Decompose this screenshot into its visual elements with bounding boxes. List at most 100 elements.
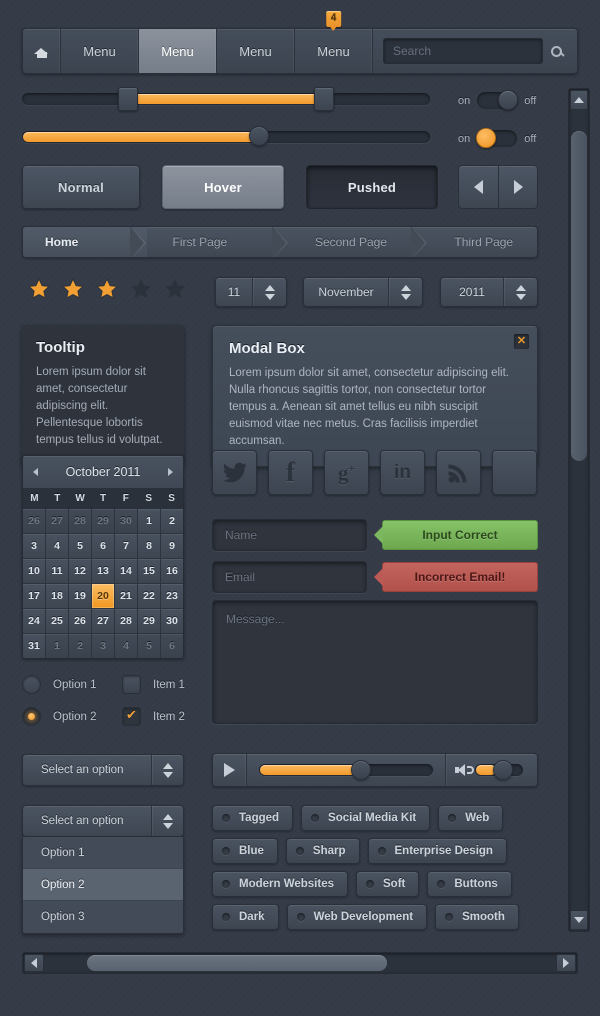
- vertical-scrollbar-thumb[interactable]: [571, 131, 587, 461]
- play-button[interactable]: [213, 754, 247, 786]
- pagination-next-button[interactable]: [498, 165, 538, 209]
- star-icon-2[interactable]: [62, 278, 84, 299]
- calendar-day[interactable]: 29: [138, 609, 160, 633]
- calendar-day[interactable]: 10: [23, 559, 45, 583]
- calendar-day[interactable]: 30: [115, 509, 137, 533]
- spinner-year[interactable]: 2011: [440, 277, 538, 307]
- chevron-right-icon[interactable]: [167, 468, 173, 476]
- breadcrumb-item-first[interactable]: First Page: [147, 227, 289, 257]
- calendar-day[interactable]: 19: [69, 584, 91, 608]
- close-icon[interactable]: ✕: [514, 334, 529, 349]
- vertical-scrollbar[interactable]: [568, 88, 590, 932]
- star-icon-4[interactable]: [130, 278, 152, 299]
- calendar-day[interactable]: 27: [92, 609, 114, 633]
- calendar-day[interactable]: 13: [92, 559, 114, 583]
- tag-item[interactable]: Tagged: [212, 805, 294, 831]
- calendar-day[interactable]: 14: [115, 559, 137, 583]
- tag-item[interactable]: Dark: [212, 904, 279, 930]
- calendar-day[interactable]: 5: [138, 634, 160, 658]
- calendar-day[interactable]: 25: [46, 609, 68, 633]
- tag-item[interactable]: Sharp: [285, 838, 360, 864]
- calendar-day[interactable]: 9: [161, 534, 183, 558]
- tag-item[interactable]: Modern Websites: [212, 871, 348, 897]
- email-input[interactable]: Email: [212, 561, 367, 593]
- tag-item[interactable]: Buttons: [427, 871, 512, 897]
- calendar-day[interactable]: 23: [161, 584, 183, 608]
- nav-item-2[interactable]: Menu: [139, 29, 217, 73]
- calendar-day[interactable]: 21: [115, 584, 137, 608]
- seek-handle[interactable]: [351, 760, 372, 780]
- star-icon-3[interactable]: [96, 278, 118, 299]
- calendar-day[interactable]: 17: [23, 584, 45, 608]
- checkbox-icon-checked[interactable]: [122, 707, 141, 726]
- select-option-1[interactable]: Option 1: [23, 837, 183, 869]
- calendar-day[interactable]: 30: [161, 609, 183, 633]
- single-slider[interactable]: [22, 126, 430, 146]
- tag-item[interactable]: Blue: [212, 838, 278, 864]
- checkbox-item-2[interactable]: Item 2: [122, 707, 185, 726]
- calendar-day[interactable]: 18: [46, 584, 68, 608]
- chevron-left-icon[interactable]: [33, 468, 38, 476]
- scroll-left-button[interactable]: [24, 954, 44, 972]
- button-hover[interactable]: Hover: [162, 165, 284, 209]
- search-input[interactable]: Search: [383, 38, 543, 64]
- social-blank-button[interactable]: [492, 450, 537, 495]
- radio-option-1[interactable]: Option 1: [22, 675, 96, 694]
- calendar-day[interactable]: 11: [46, 559, 68, 583]
- spinner-year-arrows[interactable]: [503, 278, 537, 306]
- calendar-day[interactable]: 24: [23, 609, 45, 633]
- button-pushed[interactable]: Pushed: [306, 165, 438, 209]
- volume-slider[interactable]: [475, 760, 523, 780]
- tag-item[interactable]: Smooth: [435, 904, 519, 930]
- social-facebook-button[interactable]: f: [268, 450, 313, 495]
- toggle-1-track[interactable]: [477, 90, 519, 110]
- toggle-switch-1[interactable]: on off: [458, 90, 536, 110]
- volume-handle[interactable]: [493, 760, 513, 780]
- tag-item[interactable]: Soft: [356, 871, 420, 897]
- breadcrumb-item-home[interactable]: Home: [23, 227, 147, 257]
- calendar-day[interactable]: 28: [69, 509, 91, 533]
- nav-item-4[interactable]: 4 Menu: [295, 11, 373, 73]
- calendar-day[interactable]: 4: [46, 534, 68, 558]
- breadcrumb-item-second[interactable]: Second Page: [289, 227, 428, 257]
- radio-icon-selected[interactable]: [22, 707, 41, 726]
- horizontal-scrollbar-thumb[interactable]: [87, 955, 387, 971]
- select-closed[interactable]: Select an option: [22, 754, 184, 786]
- select-closed-arrows[interactable]: [151, 755, 183, 785]
- tag-item[interactable]: Social Media Kit: [301, 805, 431, 831]
- calendar-day[interactable]: 3: [23, 534, 45, 558]
- calendar-day[interactable]: 6: [92, 534, 114, 558]
- radio-option-2[interactable]: Option 2: [22, 707, 96, 726]
- toggle-switch-2[interactable]: on off: [458, 128, 536, 148]
- calendar-day[interactable]: 27: [46, 509, 68, 533]
- volume-control[interactable]: [445, 754, 537, 786]
- toggle-2-track[interactable]: [476, 128, 518, 148]
- select-open-arrows[interactable]: [151, 806, 183, 836]
- scroll-right-button[interactable]: [556, 954, 576, 972]
- spinner-month-arrows[interactable]: [388, 278, 422, 306]
- calendar-day[interactable]: 12: [69, 559, 91, 583]
- breadcrumb-item-third[interactable]: Third Page: [428, 227, 537, 257]
- star-icon-5[interactable]: [164, 278, 186, 299]
- calendar-day[interactable]: 5: [69, 534, 91, 558]
- nav-item-1[interactable]: Menu: [61, 29, 139, 73]
- search-button[interactable]: [543, 45, 569, 57]
- calendar-day[interactable]: 26: [69, 609, 91, 633]
- calendar-day[interactable]: 2: [69, 634, 91, 658]
- calendar-day[interactable]: 16: [161, 559, 183, 583]
- select-option-2[interactable]: Option 2: [23, 869, 183, 901]
- scroll-up-button[interactable]: [570, 90, 588, 110]
- range-slider-handle-start[interactable]: [118, 87, 138, 111]
- social-rss-button[interactable]: [436, 450, 481, 495]
- nav-home-button[interactable]: [23, 29, 61, 73]
- single-slider-handle[interactable]: [249, 126, 269, 146]
- button-normal[interactable]: Normal: [22, 165, 140, 209]
- calendar-day[interactable]: 1: [46, 634, 68, 658]
- spinner-day-arrows[interactable]: [252, 278, 286, 306]
- spinner-month[interactable]: November: [303, 277, 423, 307]
- calendar-day[interactable]: 6: [161, 634, 183, 658]
- name-input[interactable]: Name: [212, 519, 367, 551]
- star-rating[interactable]: [28, 278, 186, 299]
- calendar-day-selected[interactable]: 20: [92, 584, 114, 608]
- social-twitter-button[interactable]: [212, 450, 257, 495]
